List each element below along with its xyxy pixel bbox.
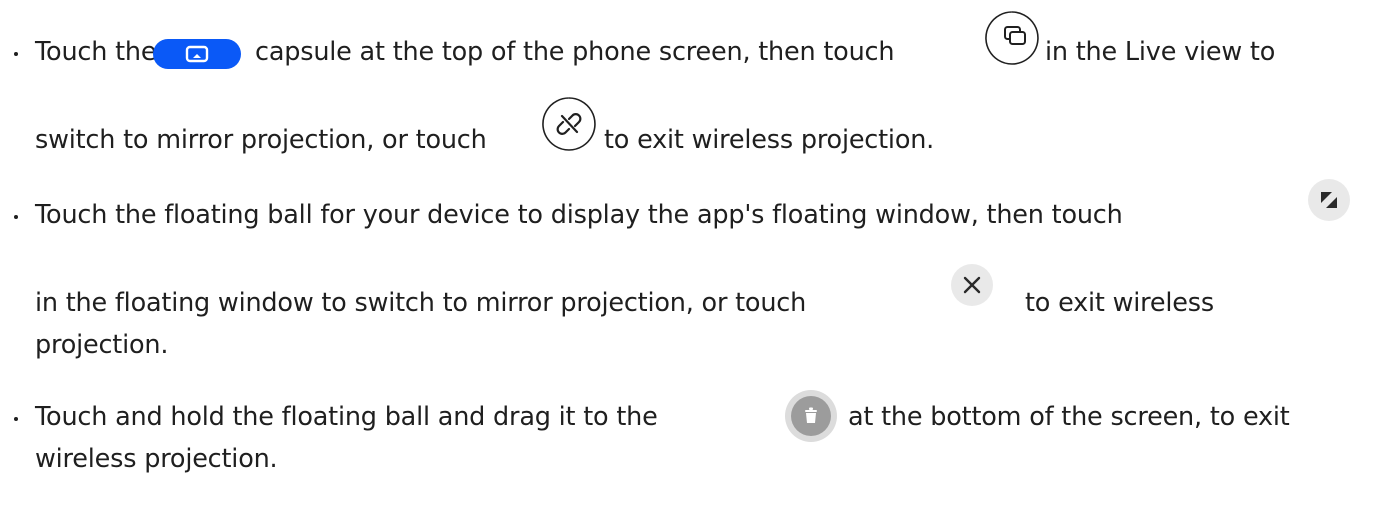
text-segment: to exit wireless projection. xyxy=(604,125,935,155)
text-line: projection. xyxy=(35,329,168,361)
text-segment: switch to mirror projection, or touch xyxy=(35,125,487,155)
instruction-document: Touch the capsule at the top of the phon… xyxy=(0,0,1380,506)
text-segment: wireless projection. xyxy=(35,444,278,474)
text-line: wireless projection. xyxy=(35,443,278,475)
text-line: at the bottom of the screen, to exit xyxy=(848,401,1290,433)
bullet-dot xyxy=(14,52,18,56)
text-segment: in the Live view to xyxy=(1045,37,1276,67)
text-line: in the floating window to switch to mirr… xyxy=(35,287,806,319)
text-segment: in the floating window to switch to mirr… xyxy=(35,288,807,318)
text-segment: Touch the floating ball for your device … xyxy=(35,200,1123,230)
text-segment: Touch the xyxy=(35,37,157,67)
text-segment: projection. xyxy=(35,330,169,360)
text-segment: at the bottom of the screen, to exit xyxy=(848,402,1290,432)
text-segment: capsule at the top of the phone screen, … xyxy=(255,37,895,67)
close-x-icon xyxy=(950,263,994,307)
floating-window-expand-icon xyxy=(1307,178,1351,222)
text-line: Touch the xyxy=(35,36,157,68)
text-line: in the Live view to xyxy=(1045,36,1275,68)
text-line: to exit wireless projection. xyxy=(604,124,934,156)
text-segment: to exit wireless xyxy=(1025,288,1214,318)
projection-capsule-icon xyxy=(153,39,241,69)
trash-delete-icon xyxy=(784,389,838,443)
switch-to-mirror-icon xyxy=(984,10,1040,66)
bullet-dot xyxy=(14,215,18,219)
text-line: Touch and hold the floating ball and dra… xyxy=(35,401,658,433)
text-line: capsule at the top of the phone screen, … xyxy=(255,36,895,68)
text-segment: Touch and hold the floating ball and dra… xyxy=(35,402,658,432)
text-line: switch to mirror projection, or touch xyxy=(35,124,487,156)
text-line: to exit wireless xyxy=(1025,287,1214,319)
exit-projection-unlink-icon xyxy=(541,96,597,152)
text-line: Touch the floating ball for your device … xyxy=(35,199,1123,231)
bullet-dot xyxy=(14,417,18,421)
